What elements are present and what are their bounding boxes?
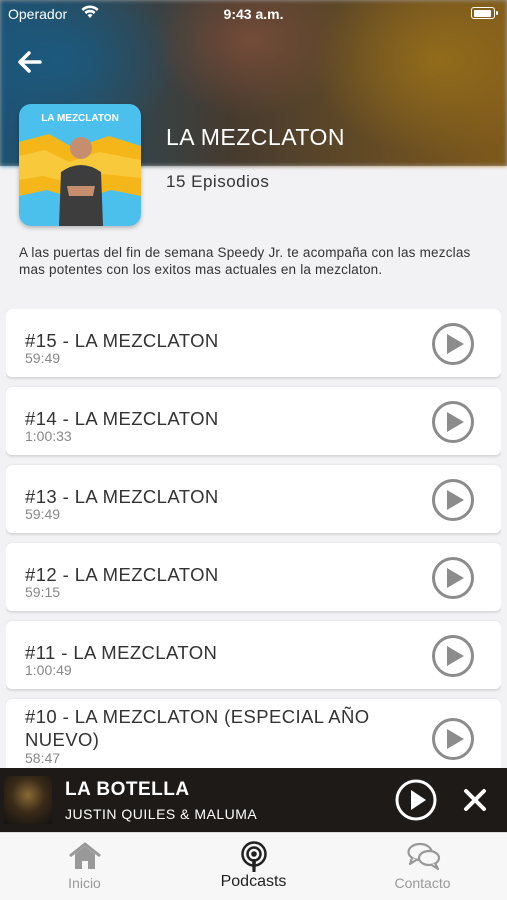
now-playing-artwork bbox=[4, 776, 52, 824]
episode-duration: 59:49 bbox=[25, 350, 61, 366]
tab-inicio[interactable]: Inicio bbox=[0, 833, 169, 900]
play-circle-icon[interactable] bbox=[431, 478, 475, 522]
episode-title: #13 - LA MEZCLATON bbox=[25, 486, 219, 507]
play-circle-icon[interactable] bbox=[431, 400, 475, 444]
episode-card[interactable]: #10 - LA MEZCLATON (ESPECIAL AÑO NUEVO) … bbox=[6, 699, 501, 771]
episode-list: #15 - LA MEZCLATON 59:49 #14 - LA MEZCLA… bbox=[6, 309, 501, 771]
mini-player[interactable]: LA BOTELLA JUSTIN QUILES & MALUMA bbox=[0, 768, 507, 832]
episodes-count: 15 Episodios bbox=[166, 172, 270, 191]
episode-title: #15 - LA MEZCLATON bbox=[25, 330, 219, 351]
episode-duration: 59:49 bbox=[25, 506, 61, 522]
podcast-icon bbox=[241, 841, 267, 872]
episode-card[interactable]: #15 - LA MEZCLATON 59:49 bbox=[6, 309, 501, 377]
tab-label: Podcasts bbox=[220, 873, 287, 890]
arrow-left-icon[interactable] bbox=[14, 46, 46, 78]
episode-card[interactable]: #14 - LA MEZCLATON 1:00:33 bbox=[6, 387, 501, 455]
episode-title: #10 - LA MEZCLATON (ESPECIAL AÑO NUEVO) bbox=[25, 706, 370, 750]
play-circle-icon[interactable] bbox=[431, 322, 475, 366]
tab-podcasts[interactable]: Podcasts bbox=[169, 833, 338, 900]
episode-duration: 1:00:33 bbox=[25, 428, 72, 444]
episode-title: #12 - LA MEZCLATON bbox=[25, 564, 219, 585]
tab-label: Inicio bbox=[68, 875, 101, 891]
tab-label: Contacto bbox=[394, 875, 451, 891]
clock: 9:43 a.m. bbox=[223, 6, 284, 22]
now-playing-title: LA BOTELLA bbox=[65, 779, 190, 800]
podcast-cover: LA MEZCLATON bbox=[19, 104, 141, 226]
podcast-description: A las puertas del fin de semana Speedy J… bbox=[19, 245, 471, 277]
play-circle-icon[interactable] bbox=[431, 634, 475, 678]
close-icon[interactable] bbox=[461, 786, 489, 814]
episode-card[interactable]: #13 - LA MEZCLATON 59:49 bbox=[6, 465, 501, 533]
episode-card[interactable]: #12 - LA MEZCLATON 59:15 bbox=[6, 543, 501, 611]
play-circle-icon[interactable] bbox=[431, 556, 475, 600]
cover-text: LA MEZCLATON bbox=[41, 113, 119, 124]
episode-title: #11 - LA MEZCLATON bbox=[25, 642, 218, 663]
home-icon bbox=[69, 842, 101, 869]
play-circle-icon[interactable] bbox=[394, 778, 438, 822]
battery-icon bbox=[471, 7, 498, 19]
episode-card[interactable]: #11 - LA MEZCLATON 1:00:49 bbox=[6, 621, 501, 689]
episode-title: #14 - LA MEZCLATON bbox=[25, 408, 219, 429]
now-playing-artist: JUSTIN QUILES & MALUMA bbox=[65, 806, 258, 822]
episode-duration: 1:00:49 bbox=[25, 662, 72, 678]
episode-duration: 58:47 bbox=[25, 750, 61, 766]
status-bar: Operador 9:43 a.m. bbox=[0, 0, 507, 28]
play-circle-icon[interactable] bbox=[431, 717, 475, 761]
episode-duration: 59:15 bbox=[25, 584, 61, 600]
tab-bar: Inicio Podcasts Contacto bbox=[0, 832, 507, 900]
tab-contacto[interactable]: Contacto bbox=[338, 833, 507, 900]
podcast-title: LA MEZCLATON bbox=[166, 124, 345, 150]
chat-bubbles-icon bbox=[407, 842, 441, 871]
